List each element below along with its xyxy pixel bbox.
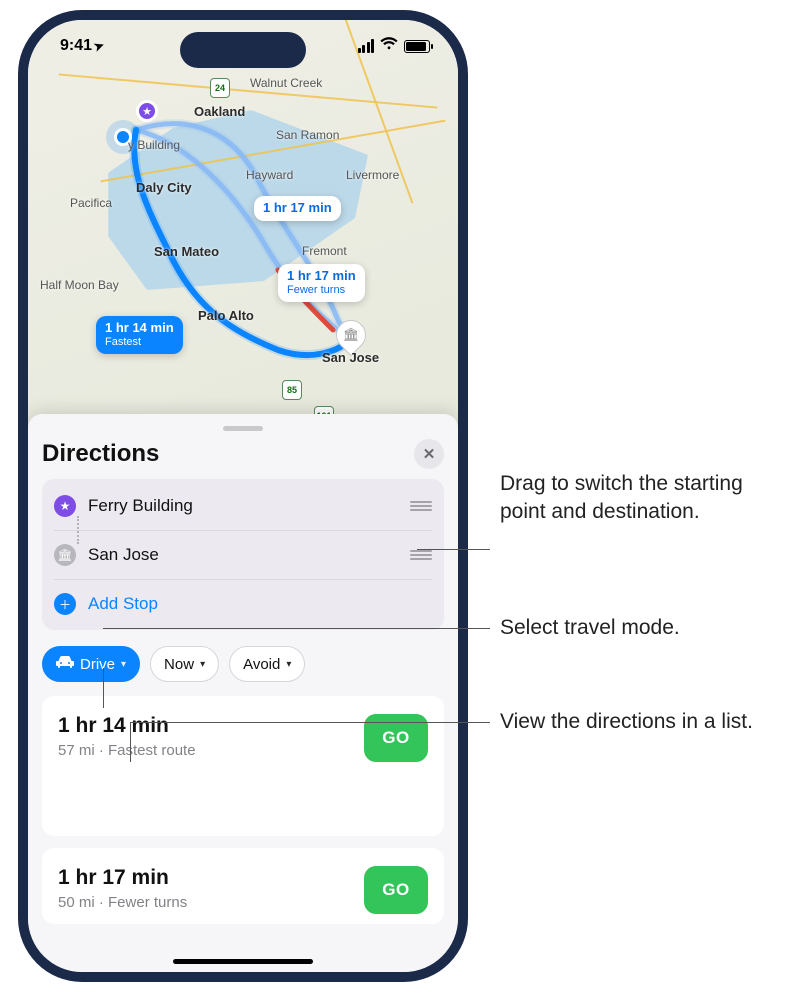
city-label: y Building (128, 138, 180, 152)
annotation-list: View the directions in a list. (500, 708, 753, 736)
route-callout-alt1[interactable]: 1 hr 17 min Fewer turns (278, 264, 365, 302)
depart-time-chip[interactable]: Now ▾ (150, 646, 219, 682)
route-time: 1 hr 17 min (58, 866, 187, 890)
star-icon: ★ (54, 495, 76, 517)
chip-label: Avoid (243, 656, 280, 673)
travel-mode-chip[interactable]: Drive ▾ (42, 646, 140, 682)
city-label: Daly City (136, 180, 192, 195)
status-time: 9:41 (60, 37, 92, 55)
chevron-down-icon: ▾ (286, 659, 291, 670)
chip-label: Now (164, 656, 194, 673)
route-callout-alt2[interactable]: 1 hr 17 min (254, 196, 341, 221)
location-services-icon: ➤ (92, 38, 106, 55)
add-stop-label: Add Stop (88, 594, 432, 614)
car-icon (56, 655, 74, 673)
reorder-handle-icon[interactable] (410, 549, 432, 561)
chevron-down-icon: ▾ (200, 659, 205, 670)
city-label: Palo Alto (198, 308, 254, 323)
route-callout-time: 1 hr 14 min (105, 320, 174, 335)
route-time: 1 hr 14 min (58, 714, 196, 738)
home-indicator[interactable] (173, 959, 313, 964)
route-callout-sub: Fewer turns (287, 284, 356, 297)
building-icon: 🏛 (54, 544, 76, 566)
annotation-mode: Select travel mode. (500, 614, 680, 642)
close-icon: ✕ (423, 445, 436, 463)
city-label: San Ramon (276, 128, 339, 142)
route-callout-time: 1 hr 17 min (287, 268, 356, 283)
destination-label: San Jose (88, 545, 398, 565)
annotation-leader (130, 722, 131, 762)
chevron-down-icon: ▾ (121, 659, 126, 670)
phone-screen: 9:41 ➤ (28, 20, 458, 972)
dynamic-island (180, 32, 306, 68)
origin-label: Ferry Building (88, 496, 398, 516)
battery-icon (404, 40, 430, 53)
route-card[interactable]: 1 hr 17 min 50 mi · Fewer turns GO (42, 848, 444, 924)
close-button[interactable]: ✕ (414, 439, 444, 469)
city-label: Hayward (246, 168, 293, 182)
stop-row-origin[interactable]: ★ Ferry Building (54, 481, 432, 530)
cellular-signal-icon (358, 39, 375, 53)
stops-card: ★ Ferry Building 🏛 San Jose (42, 479, 444, 630)
city-label: Pacifica (70, 196, 112, 210)
annotation-drag: Drag to switch the starting point and de… (500, 470, 780, 527)
add-stop-row[interactable]: ＋ Add Stop (54, 579, 432, 628)
route-callout-time: 1 hr 17 min (263, 200, 332, 215)
map-view[interactable]: ★ 🏛 Walnut CreekOaklandSan Ramony Buildi… (28, 20, 458, 428)
plus-icon: ＋ (54, 593, 76, 615)
chip-label: Drive (80, 656, 115, 673)
stop-row-destination[interactable]: 🏛 San Jose (54, 530, 432, 579)
annotation-leader (130, 722, 490, 723)
route-sub: 50 mi · Fewer turns (58, 894, 187, 911)
directions-sheet[interactable]: Directions ✕ ★ Ferry Building (28, 414, 458, 972)
city-label: Oakland (194, 104, 245, 119)
city-label: Walnut Creek (250, 76, 322, 90)
city-label: Half Moon Bay (40, 278, 119, 292)
sheet-title: Directions (42, 440, 159, 468)
phone-frame: 9:41 ➤ (18, 10, 468, 982)
sheet-grabber[interactable] (223, 426, 263, 431)
highway-shield-icon: 85 (282, 380, 302, 400)
annotation-leader (103, 668, 104, 708)
avoid-chip[interactable]: Avoid ▾ (229, 646, 305, 682)
city-label: Livermore (346, 168, 399, 182)
city-label: San Jose (322, 350, 379, 365)
go-button[interactable]: GO (364, 866, 428, 914)
annotation-leader (103, 628, 490, 629)
route-callout-sub: Fastest (105, 336, 174, 349)
highway-shield-icon: 24 (210, 78, 230, 98)
favorite-pin-icon[interactable]: ★ (136, 100, 158, 122)
city-label: San Mateo (154, 244, 219, 259)
wifi-icon (380, 37, 398, 55)
route-card[interactable]: 1 hr 14 min 57 mi · Fastest route GO (42, 696, 444, 836)
route-sub: 57 mi · Fastest route (58, 742, 196, 759)
reorder-handle-icon[interactable] (410, 500, 432, 512)
city-label: Fremont (302, 244, 347, 258)
annotation-leader (417, 549, 490, 550)
route-callout-primary[interactable]: 1 hr 14 min Fastest (96, 316, 183, 354)
